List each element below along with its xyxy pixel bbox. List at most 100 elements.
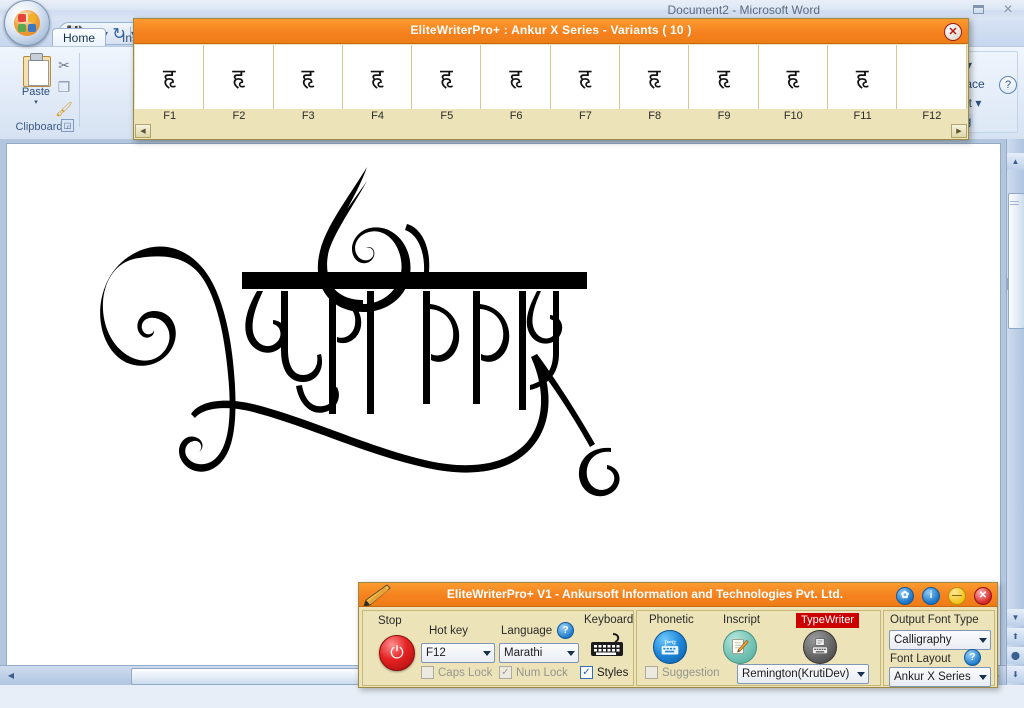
language-help-icon[interactable]: ? xyxy=(557,622,574,639)
stop-button[interactable]: ⏻ xyxy=(379,635,415,671)
variant-cell[interactable]: हृ xyxy=(481,45,550,109)
typewriter-icon xyxy=(810,637,830,657)
office-button[interactable] xyxy=(4,0,50,46)
language-label: Language xyxy=(501,625,552,637)
typewriter-label: TypeWriter xyxy=(796,613,859,628)
language-value: Marathi xyxy=(504,647,542,659)
variant-glyph: हृ xyxy=(648,66,661,89)
restore-button[interactable] xyxy=(968,1,988,17)
suggestion-checkbox[interactable]: Suggestion xyxy=(645,666,720,679)
styles-checkbox[interactable]: ✓ Styles xyxy=(580,666,628,679)
scroll-down-button[interactable]: ▼ xyxy=(1007,609,1024,626)
window-title: Document2 - Microsoft Word xyxy=(0,3,820,17)
close-button[interactable]: ✕ xyxy=(998,1,1018,17)
caps-lock-label: Caps Lock xyxy=(438,667,492,679)
clipboard-icon xyxy=(21,53,51,85)
chevron-down-icon xyxy=(567,651,575,656)
variant-cell[interactable]: हृ xyxy=(620,45,689,109)
svg-text:P: P xyxy=(664,638,668,647)
font-layout-value: Ankur X Series xyxy=(894,671,971,683)
chevron-down-icon xyxy=(857,672,865,677)
variants-panel-close-button[interactable]: ✕ xyxy=(944,23,962,41)
variant-cell[interactable]: हृ xyxy=(343,45,412,109)
clipboard-dialog-launcher[interactable]: ◲ xyxy=(61,119,74,132)
variant-glyph: हृ xyxy=(301,66,314,89)
variant-cell[interactable]: हृ xyxy=(551,45,620,109)
window-controls: ✕ xyxy=(968,1,1018,17)
variant-glyph: हृ xyxy=(163,66,176,89)
variants-cells: हृ हृ हृ हृ हृ हृ हृ हृ हृ हृ हृ xyxy=(135,45,967,109)
typewriter-mode-button[interactable] xyxy=(803,630,837,664)
keyboard-layout-select[interactable]: Remington(KrutiDev) xyxy=(737,664,869,684)
checkbox-mark: ✓ xyxy=(499,666,512,679)
tab-home[interactable]: Home xyxy=(52,28,106,47)
variant-cell[interactable]: हृ xyxy=(204,45,273,109)
checkbox-mark: ✓ xyxy=(580,666,593,679)
scroll-left-button[interactable]: ◀ xyxy=(3,668,19,683)
font-layout-label: Font Layout xyxy=(890,653,951,665)
keyboard-layout-value: Remington(KrutiDev) xyxy=(742,668,849,680)
variant-cell[interactable]: हृ xyxy=(828,45,897,109)
caps-lock-checkbox[interactable]: Caps Lock xyxy=(421,666,492,679)
next-page-button[interactable]: ⬇ xyxy=(1007,666,1024,683)
checkbox-mark xyxy=(645,666,658,679)
font-layout-help-icon[interactable]: ? xyxy=(964,649,981,666)
svg-text:प: प xyxy=(672,638,677,647)
num-lock-checkbox[interactable]: ✓ Num Lock xyxy=(499,666,568,679)
copy-icon[interactable]: ❐ xyxy=(54,77,74,97)
num-lock-label: Num Lock xyxy=(516,667,568,679)
variant-cell[interactable]: हृ xyxy=(689,45,758,109)
elitewriter-title-bar: EliteWriterPro+ V1 - Ankursoft Informati… xyxy=(359,583,997,607)
gear-icon[interactable]: ✿ xyxy=(896,587,914,605)
variants-scroll-left-button[interactable]: ◀ xyxy=(135,124,151,138)
language-select[interactable]: Marathi xyxy=(499,643,579,663)
restore-icon xyxy=(973,5,984,14)
variants-scroll-right-button[interactable]: ▶ xyxy=(951,124,967,138)
variant-cell[interactable]: हृ xyxy=(412,45,481,109)
variant-cell[interactable]: हृ xyxy=(274,45,343,109)
font-layout-select[interactable]: Ankur X Series xyxy=(889,667,991,687)
output-font-type-select[interactable]: Calligraphy xyxy=(889,630,991,650)
select-browse-object-button[interactable]: ⬤ xyxy=(1007,647,1024,664)
output-font-section: Output Font Type Calligraphy Font Layout… xyxy=(883,610,995,686)
typing-mode-section: Phonetic P प Inscript TypeWriter xyxy=(636,610,881,686)
phonetic-icon: P प xyxy=(660,637,680,657)
format-painter-icon[interactable]: 🖌 xyxy=(54,99,74,119)
cut-icon[interactable]: ✂ xyxy=(54,55,74,75)
output-font-type-value: Calligraphy xyxy=(894,634,952,646)
hotkey-select[interactable]: F12 xyxy=(421,643,495,663)
vertical-scrollbar[interactable]: ▲ ▼ ⬆ ⬤ ⬇ xyxy=(1006,139,1024,685)
help-icon[interactable]: ? xyxy=(999,76,1017,94)
chevron-down-icon xyxy=(483,651,491,656)
vertical-scroll-thumb[interactable] xyxy=(1008,193,1024,329)
variant-glyph: हृ xyxy=(232,66,245,89)
inscript-mode-button[interactable] xyxy=(723,630,757,664)
scroll-up-button[interactable]: ▲ xyxy=(1007,153,1024,170)
variant-glyph: हृ xyxy=(786,66,799,89)
calligraphy-artwork xyxy=(67,154,707,534)
clipboard-group: Paste ▾ ✂ ❐ 🖌 Clipboard ◲ xyxy=(0,49,78,135)
office-logo-icon xyxy=(14,10,40,36)
variant-glyph: हृ xyxy=(440,66,453,89)
variant-cell[interactable] xyxy=(897,45,966,109)
hotkey-label: Hot key xyxy=(429,625,468,637)
inscript-icon xyxy=(730,637,750,657)
variant-glyph: हृ xyxy=(509,66,522,89)
minimize-icon[interactable]: — xyxy=(948,587,966,605)
vertical-scroll-grip xyxy=(1010,201,1019,207)
output-font-type-label: Output Font Type xyxy=(890,614,979,626)
variant-glyph: हृ xyxy=(371,66,384,89)
close-icon[interactable]: ✕ xyxy=(974,587,992,605)
variants-scroll-row: ◀ ▶ xyxy=(135,124,967,138)
phonetic-mode-button[interactable]: P प xyxy=(653,630,687,664)
variant-cell[interactable]: हृ xyxy=(759,45,828,109)
previous-page-button[interactable]: ⬆ xyxy=(1007,628,1024,645)
keyboard-icon[interactable] xyxy=(587,632,627,660)
variants-panel-title-bar: EliteWriterPro+ : Ankur X Series - Varia… xyxy=(134,19,968,44)
info-icon[interactable]: i xyxy=(922,587,940,605)
suggestion-label: Suggestion xyxy=(662,667,720,679)
elitewriter-title-buttons: ✿ i — ✕ xyxy=(896,587,992,605)
variant-cell[interactable]: हृ xyxy=(135,45,204,109)
elitewriter-title: EliteWriterPro+ V1 - Ankursoft Informati… xyxy=(395,587,895,601)
stop-label: Stop xyxy=(378,615,402,627)
